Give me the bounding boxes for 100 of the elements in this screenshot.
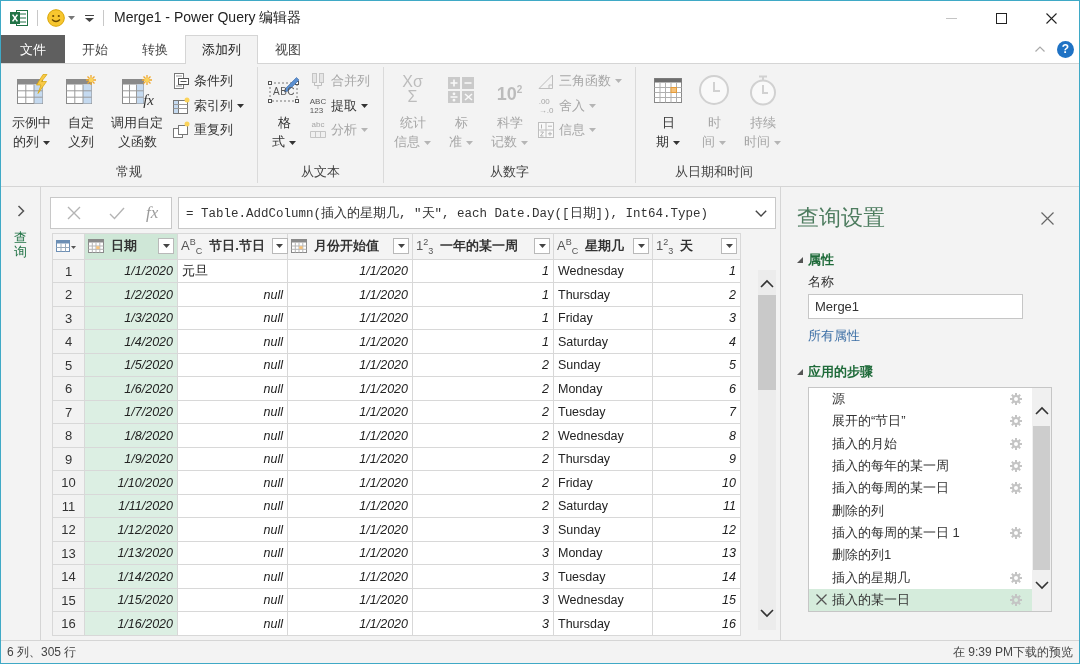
table-cell: 1/1/2020: [287, 353, 413, 377]
chevron-down-icon[interactable]: [755, 209, 767, 217]
scrollbar-track[interactable]: [758, 270, 776, 630]
row-number: 13: [52, 541, 85, 565]
check-icon[interactable]: [109, 206, 125, 220]
ribbon-tab[interactable]: 文件: [1, 35, 65, 63]
ribbon-button[interactable]: 条件列: [170, 69, 246, 94]
close-icon[interactable]: [1045, 12, 1057, 24]
chevron-down-icon[interactable]: [760, 609, 774, 618]
column-name: 一年的某一周: [440, 237, 520, 256]
number-grid-icon: [537, 121, 555, 140]
caret-icon: [538, 244, 546, 249]
table-cell: null: [177, 282, 288, 307]
column-name: 节日.节日: [209, 237, 265, 256]
table-cell: 1/1/2020: [287, 447, 413, 471]
column-header[interactable]: 月份开始值: [287, 233, 413, 260]
scrollbar-thumb[interactable]: [1033, 426, 1050, 570]
step-item[interactable]: 插入的每周的某一日 1: [809, 521, 1032, 545]
chevron-right-icon[interactable]: [16, 205, 25, 217]
step-item[interactable]: 删除的列: [809, 499, 1032, 522]
table-cell: Wednesday: [553, 423, 653, 448]
all-properties-link[interactable]: 所有属性: [808, 327, 860, 345]
section-heading[interactable]: 属性: [808, 251, 834, 269]
chevron-up-icon[interactable]: [760, 279, 774, 288]
field-label: 名称: [808, 273, 834, 291]
table-cell: Tuesday: [553, 564, 653, 589]
maximize-icon[interactable]: [995, 12, 1007, 24]
ribbon-tab[interactable]: 添加列: [185, 35, 258, 64]
table-cell: Wednesday: [553, 259, 653, 283]
ribbon-button[interactable]: fx 调用自定 义函数: [104, 67, 170, 151]
table-menu-icon[interactable]: [56, 240, 76, 253]
table-cell: Tuesday: [553, 400, 653, 424]
table-cell: 1/1/2020: [287, 470, 413, 495]
filter-button[interactable]: [158, 238, 174, 255]
table-cell: Monday: [553, 376, 653, 401]
step-item[interactable]: 插入的星期几: [809, 566, 1032, 589]
row-number: 1: [52, 259, 85, 283]
step-item[interactable]: 展开的“节日”: [809, 410, 1032, 433]
caret-icon[interactable]: [68, 16, 75, 20]
queries-pane-label[interactable]: 查询: [14, 231, 27, 260]
ribbon-button[interactable]: 索引列: [170, 93, 246, 118]
step-item[interactable]: 插入的某一日: [809, 588, 1032, 611]
ribbon-tab[interactable]: 开始: [65, 35, 125, 63]
smiley-icon[interactable]: [47, 9, 65, 27]
column-header[interactable]: 1$^{2}$$_{3}$ 天: [652, 233, 741, 260]
table-cell: 3: [412, 517, 554, 542]
row-number: 11: [52, 494, 85, 518]
row-number: 14: [52, 564, 85, 589]
column-header[interactable]: A$^{B}$$_{C}$ 星期几: [553, 233, 653, 260]
caret-icon: [397, 244, 405, 249]
row-number: 9: [52, 447, 85, 471]
scrollbar-track[interactable]: [1032, 388, 1051, 611]
table-cell: null: [177, 376, 288, 401]
spreadsheet-logo-icon[interactable]: [10, 9, 28, 27]
chevron-down-icon[interactable]: [1034, 581, 1049, 590]
row-number: 12: [52, 517, 85, 542]
customize-menu-icon[interactable]: [85, 14, 94, 22]
step-item[interactable]: 删除的列1: [809, 544, 1032, 567]
column-header[interactable]: 日期: [84, 233, 178, 260]
ribbon-button[interactable]: 示例中 的列: [5, 67, 58, 151]
step-item[interactable]: 插入的月始: [809, 432, 1032, 455]
column-name: 日期: [111, 237, 138, 256]
filter-button[interactable]: [633, 238, 649, 255]
table-cell: null: [177, 400, 288, 424]
table-cell: null: [177, 470, 288, 495]
filter-button[interactable]: [271, 238, 288, 255]
delete-icon[interactable]: [816, 594, 827, 606]
table-cell: null: [177, 306, 288, 330]
formula-field[interactable]: = Table.AddColumn(插入的星期几, "天", each Date.Day([日期]), Int64.Type): [178, 197, 776, 229]
filter-button[interactable]: [534, 238, 550, 255]
ribbon-button[interactable]: 自定 义列: [58, 67, 104, 151]
table-cell: 3: [412, 541, 554, 565]
table-lightning-icon: [15, 74, 48, 106]
table-corner[interactable]: [52, 233, 85, 260]
ribbon-button[interactable]: ABC 格 式: [261, 67, 307, 151]
chevron-up-icon[interactable]: [1034, 406, 1049, 415]
table-cell: 1: [412, 329, 554, 354]
section-heading[interactable]: 应用的步骤: [808, 363, 873, 381]
table-cell: 2: [412, 447, 554, 471]
name-field[interactable]: Merge1: [808, 294, 1023, 319]
table-cell: null: [177, 611, 288, 636]
step-item[interactable]: 源: [809, 388, 1032, 411]
filter-button[interactable]: [721, 238, 737, 255]
column-header[interactable]: 1$^{2}$$_{3}$ 一年的某一周: [412, 233, 554, 260]
step-item[interactable]: 插入的每周的某一日: [809, 477, 1032, 500]
table-cell: 3: [412, 611, 554, 636]
expand-triangle-icon[interactable]: [797, 257, 803, 263]
filter-button[interactable]: [393, 238, 409, 255]
ribbon-tab[interactable]: 转换: [125, 35, 185, 63]
scrollbar-thumb[interactable]: [758, 295, 776, 390]
step-item[interactable]: 插入的每年的某一周: [809, 454, 1032, 478]
ribbon-button[interactable]: 日 期: [645, 67, 691, 151]
column-header[interactable]: A$^{B}$$_{C}$ 节日.节日: [177, 233, 288, 260]
row-number: 7: [52, 400, 85, 424]
expand-triangle-icon[interactable]: [797, 369, 803, 375]
table-cell: 2: [412, 423, 554, 448]
help-button[interactable]: ?: [1057, 40, 1074, 58]
table-cell: Saturday: [553, 329, 653, 354]
ribbon-tab[interactable]: 视图: [258, 35, 318, 63]
ribbon-button[interactable]: 重复列: [170, 118, 246, 143]
